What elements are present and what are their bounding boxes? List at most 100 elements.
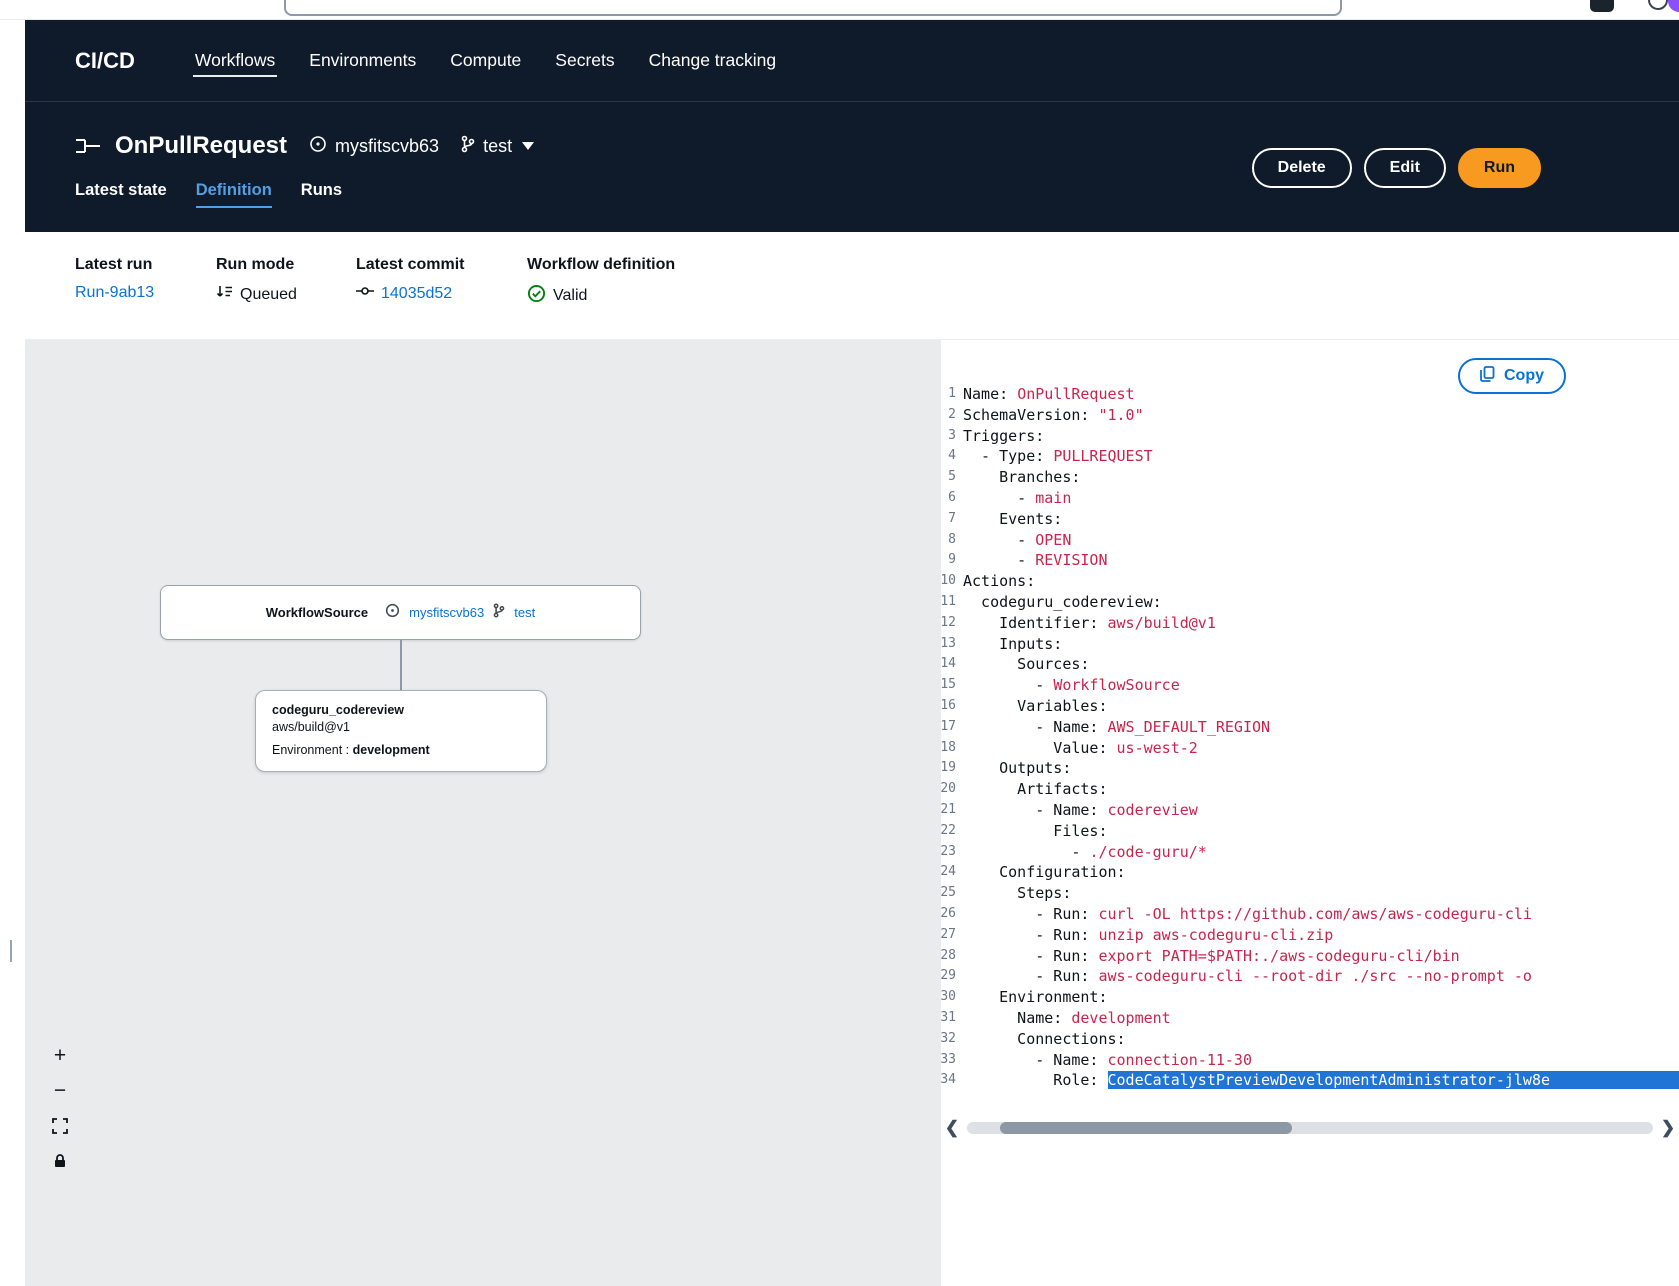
title-row: OnPullRequest mysfitscvb63 test bbox=[75, 132, 534, 160]
copy-button[interactable]: Copy bbox=[1458, 358, 1566, 394]
top-bar bbox=[0, 0, 1679, 20]
avatar[interactable] bbox=[1668, 0, 1679, 12]
code-line: Value: us-west-2 bbox=[956, 738, 1679, 759]
workflow-icon bbox=[75, 136, 101, 156]
code-line: Environment: bbox=[956, 987, 1679, 1008]
nav-items: Workflows Environments Compute Secrets C… bbox=[193, 44, 778, 77]
search-input[interactable] bbox=[284, 0, 1342, 16]
main-nav: CI/CD Workflows Environments Compute Sec… bbox=[25, 20, 1679, 101]
code-line: Outputs: bbox=[956, 758, 1679, 779]
scroll-right-button[interactable]: ❯ bbox=[1657, 1118, 1679, 1138]
branch-chip[interactable]: test bbox=[461, 135, 512, 158]
tab-runs[interactable]: Runs bbox=[301, 181, 342, 208]
line-number: 8 bbox=[941, 530, 956, 551]
horizontal-scrollbar: ❮ ❯ bbox=[941, 1115, 1679, 1141]
source-node-title: WorkflowSource bbox=[266, 605, 368, 620]
scrollbar-track[interactable] bbox=[967, 1122, 1653, 1134]
nav-item-environments[interactable]: Environments bbox=[307, 44, 418, 77]
line-number: 9 bbox=[941, 550, 956, 571]
line-number: 27 bbox=[941, 925, 956, 946]
code-line: - Run: aws-codeguru-cli --root-dir ./src… bbox=[956, 966, 1679, 987]
nav-item-secrets[interactable]: Secrets bbox=[553, 44, 616, 77]
workflow-source-node[interactable]: WorkflowSource mysfitscvb63 test bbox=[160, 585, 641, 640]
line-number: 14 bbox=[941, 654, 956, 675]
edit-button[interactable]: Edit bbox=[1364, 148, 1446, 188]
code-editor: 1234567891011121314151617181920212223242… bbox=[941, 384, 1679, 1091]
code-line: Connections: bbox=[956, 1029, 1679, 1050]
line-number: 30 bbox=[941, 987, 956, 1008]
line-numbers: 1234567891011121314151617181920212223242… bbox=[941, 384, 956, 1091]
branch-icon bbox=[493, 603, 505, 623]
delete-button[interactable]: Delete bbox=[1252, 148, 1352, 188]
page-title: OnPullRequest bbox=[115, 132, 287, 160]
repo-chip[interactable]: mysfitscvb63 bbox=[309, 135, 439, 158]
tab-definition[interactable]: Definition bbox=[196, 181, 272, 208]
line-number: 5 bbox=[941, 467, 956, 488]
code-line: Inputs: bbox=[956, 634, 1679, 655]
code-lines: Name: OnPullRequestSchemaVersion: "1.0"T… bbox=[956, 384, 1679, 1091]
repository-icon bbox=[309, 135, 327, 158]
run-mode-field: Run mode Queued bbox=[216, 256, 297, 305]
line-number: 13 bbox=[941, 634, 956, 655]
apps-icon[interactable] bbox=[1590, 0, 1614, 12]
environment-name: development bbox=[353, 743, 430, 757]
source-node-repo-link[interactable]: mysfitscvb63 bbox=[409, 605, 484, 620]
line-number: 32 bbox=[941, 1029, 956, 1050]
code-line: - WorkflowSource bbox=[956, 675, 1679, 696]
code-line: - Type: PULLREQUEST bbox=[956, 446, 1679, 467]
workflow-canvas[interactable]: WorkflowSource mysfitscvb63 test codegur… bbox=[25, 340, 941, 1286]
tab-latest-state[interactable]: Latest state bbox=[75, 181, 167, 208]
code-line: Name: OnPullRequest bbox=[956, 384, 1679, 405]
workflow-edge bbox=[400, 640, 402, 691]
copy-label: Copy bbox=[1504, 367, 1544, 385]
latest-commit-link[interactable]: 14035d52 bbox=[381, 285, 452, 303]
workflow-header: OnPullRequest mysfitscvb63 test Latest s… bbox=[25, 101, 1679, 232]
line-number: 11 bbox=[941, 592, 956, 613]
scrollbar-thumb[interactable] bbox=[1000, 1122, 1292, 1134]
definition-editor: Copy 12345678910111213141516171819202122… bbox=[941, 340, 1679, 1286]
zoom-out-button[interactable]: − bbox=[47, 1078, 73, 1104]
source-node-branch-link[interactable]: test bbox=[514, 605, 535, 620]
repo-name: mysfitscvb63 bbox=[335, 136, 439, 157]
codeguru-codereview-node[interactable]: codeguru_codereview aws/build@v1 Environ… bbox=[255, 690, 547, 772]
code-line: Artifacts: bbox=[956, 779, 1679, 800]
panel-divider bbox=[10, 940, 12, 962]
scroll-left-button[interactable]: ❮ bbox=[941, 1118, 963, 1138]
code-line: - Name: codereview bbox=[956, 800, 1679, 821]
code-line: - Run: curl -OL https://github.com/aws/a… bbox=[956, 904, 1679, 925]
line-number: 10 bbox=[941, 571, 956, 592]
code-line: Variables: bbox=[956, 696, 1679, 717]
chevron-down-icon[interactable] bbox=[522, 142, 534, 150]
nav-item-change-tracking[interactable]: Change tracking bbox=[647, 44, 778, 77]
code-line: - main bbox=[956, 488, 1679, 509]
zoom-in-button[interactable]: + bbox=[47, 1043, 73, 1069]
line-number: 29 bbox=[941, 966, 956, 987]
summary-bar: Latest run Run-9ab13 Run mode Queued Lat… bbox=[25, 232, 1679, 340]
nav-item-compute[interactable]: Compute bbox=[448, 44, 523, 77]
nav-item-workflows[interactable]: Workflows bbox=[193, 44, 277, 77]
line-number: 16 bbox=[941, 696, 956, 717]
line-number: 34 bbox=[941, 1070, 956, 1091]
latest-run-label: Latest run bbox=[75, 256, 154, 274]
help-icon[interactable] bbox=[1648, 0, 1668, 10]
line-number: 22 bbox=[941, 821, 956, 842]
code-line: Branches: bbox=[956, 467, 1679, 488]
latest-run-link[interactable]: Run-9ab13 bbox=[75, 284, 154, 302]
line-number: 31 bbox=[941, 1008, 956, 1029]
code-line: Events: bbox=[956, 509, 1679, 530]
run-mode-value: Queued bbox=[240, 286, 297, 304]
line-number: 1 bbox=[941, 384, 956, 405]
lock-button[interactable] bbox=[47, 1148, 73, 1174]
fullscreen-button[interactable] bbox=[47, 1113, 73, 1139]
app-title: CI/CD bbox=[75, 48, 135, 74]
workflow-definition-label: Workflow definition bbox=[527, 256, 675, 274]
latest-commit-label: Latest commit bbox=[356, 256, 464, 274]
branch-icon bbox=[461, 135, 475, 158]
line-number: 25 bbox=[941, 883, 956, 904]
line-number: 19 bbox=[941, 758, 956, 779]
run-button[interactable]: Run bbox=[1458, 148, 1541, 188]
run-mode-label: Run mode bbox=[216, 256, 297, 274]
code-line: Files: bbox=[956, 821, 1679, 842]
line-number: 7 bbox=[941, 509, 956, 530]
line-number: 12 bbox=[941, 613, 956, 634]
